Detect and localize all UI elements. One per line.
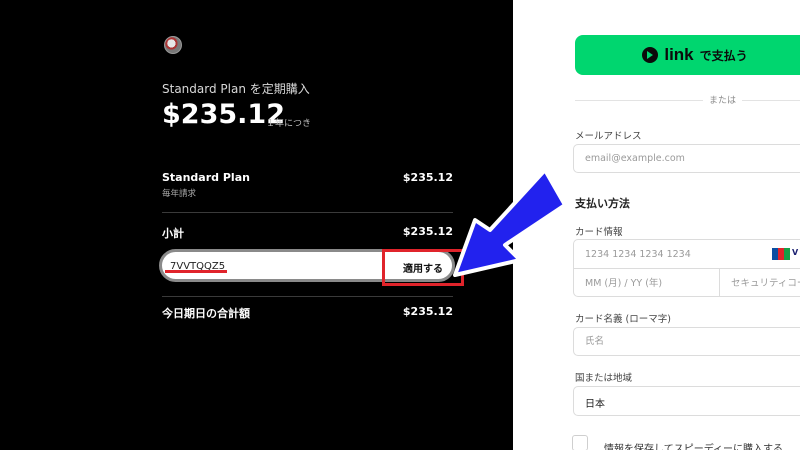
divider xyxy=(162,296,453,297)
email-field[interactable] xyxy=(573,144,800,173)
save-info-label: 情報を保存してスピーディーに購入する xyxy=(604,444,783,450)
link-logo-text: link xyxy=(664,45,694,64)
line-item-billing: 毎年請求 xyxy=(162,189,197,199)
cardholder-field[interactable] xyxy=(573,327,800,356)
card-cvc-field[interactable] xyxy=(720,269,800,297)
line-item-name: Standard Plan xyxy=(162,171,250,184)
pay-with-link-label: で支払う xyxy=(699,48,748,63)
country-select[interactable]: 日本 xyxy=(573,386,800,416)
email-label: メールアドレス xyxy=(575,131,642,142)
or-label: または xyxy=(703,93,743,106)
promo-code-highlight-underline xyxy=(165,270,227,273)
country-select-value: 日本 xyxy=(585,399,605,410)
payment-method-title: 支払い方法 xyxy=(575,197,630,210)
jcb-card-icon xyxy=(772,248,790,260)
total-label: 今日期日の合計額 xyxy=(162,307,250,320)
card-info-group: V xyxy=(573,239,800,297)
total-value: $235.12 xyxy=(402,305,453,318)
card-expiry-field[interactable] xyxy=(574,269,720,297)
link-arrow-icon xyxy=(642,47,659,63)
card-expiry-input[interactable] xyxy=(574,269,719,297)
or-divider xyxy=(575,100,800,101)
merchant-avatar xyxy=(164,36,182,54)
subtotal-label: 小計 xyxy=(162,227,184,240)
card-number-field[interactable]: V xyxy=(574,240,800,269)
pay-with-link-button[interactable]: link で支払う xyxy=(575,35,800,75)
cardholder-input[interactable] xyxy=(574,328,800,355)
annotation-arrow-icon xyxy=(453,168,567,277)
email-input[interactable] xyxy=(574,145,800,172)
visa-card-icon: V xyxy=(792,248,799,257)
card-number-input[interactable] xyxy=(574,240,800,268)
plan-title: Standard Plan を定期購入 xyxy=(162,82,310,96)
card-cvc-input[interactable] xyxy=(720,269,800,297)
divider xyxy=(162,212,453,213)
price-period: １年につき xyxy=(266,119,312,129)
cardholder-label: カード名義 (ローマ字) xyxy=(575,314,671,325)
country-label: 国または地域 xyxy=(575,373,633,384)
save-info-checkbox[interactable] xyxy=(572,435,588,450)
card-info-label: カード情報 xyxy=(575,227,623,238)
